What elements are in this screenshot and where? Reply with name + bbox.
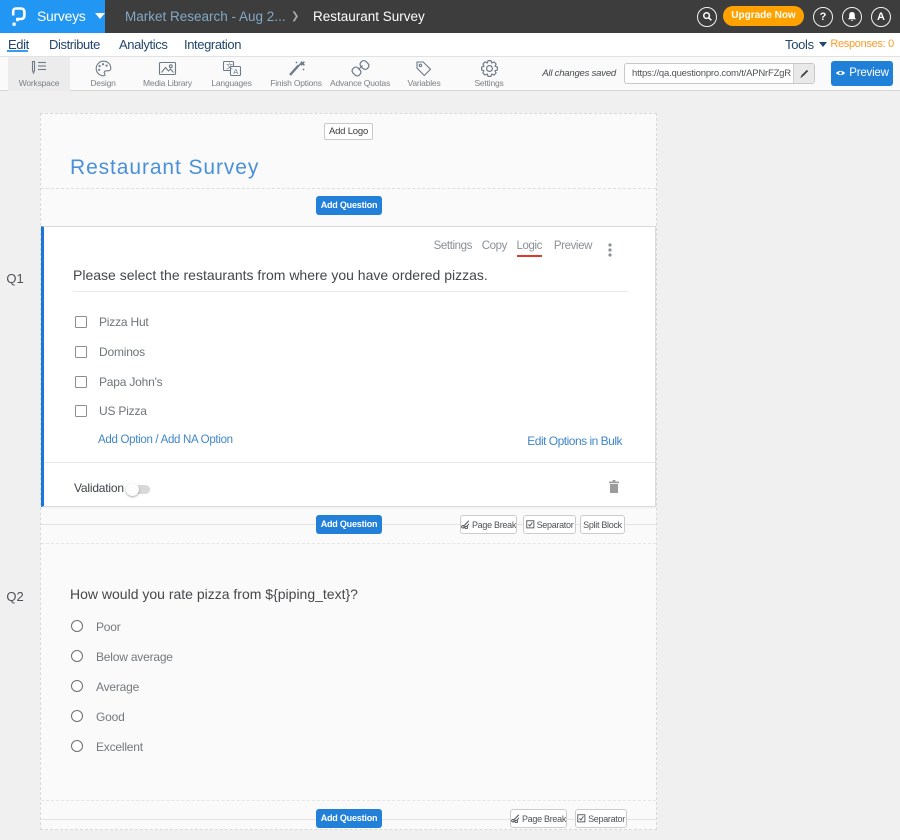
svg-text:文: 文 [226,62,233,71]
svg-text:A: A [233,67,238,76]
